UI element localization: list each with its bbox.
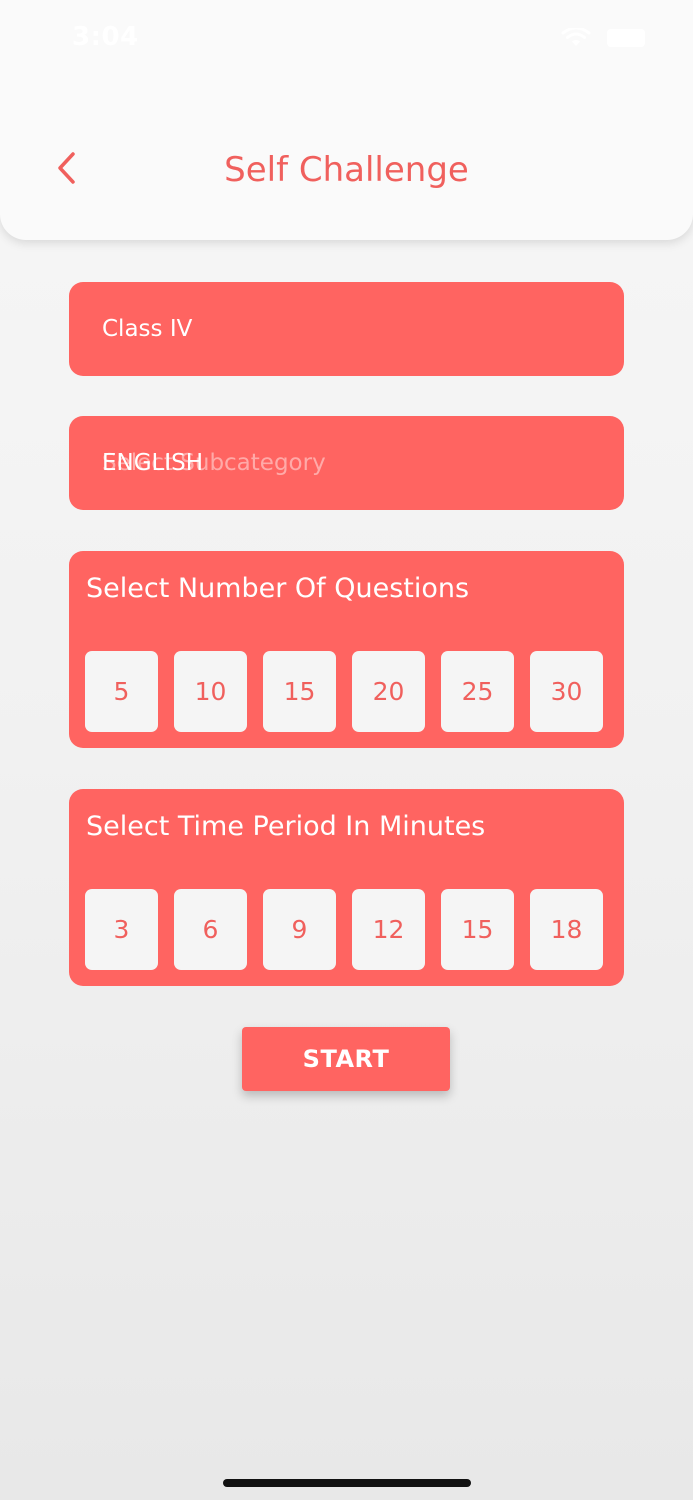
page-title: Self Challenge bbox=[224, 150, 469, 190]
status-time: 3:04 bbox=[72, 22, 139, 52]
start-button[interactable]: START bbox=[242, 1027, 450, 1091]
time-minutes-option[interactable]: 3 bbox=[85, 889, 158, 970]
class-select[interactable]: Class IV bbox=[69, 282, 624, 376]
question-count-option[interactable]: 10 bbox=[174, 651, 247, 732]
time-minutes-option[interactable]: 18 bbox=[530, 889, 603, 970]
class-select-value: Class IV bbox=[102, 316, 193, 342]
questions-panel: Select Number Of Questions 5 10 15 20 25… bbox=[69, 551, 624, 748]
question-count-option[interactable]: 20 bbox=[352, 651, 425, 732]
app-header: 3:04 Self Challenge bbox=[0, 0, 693, 240]
battery-icon bbox=[607, 29, 645, 47]
time-minutes-option[interactable]: 12 bbox=[352, 889, 425, 970]
wifi-icon bbox=[561, 28, 591, 46]
time-options: 3 6 9 12 15 18 bbox=[85, 889, 603, 970]
time-panel-title: Select Time Period In Minutes bbox=[86, 811, 486, 842]
question-count-option[interactable]: 5 bbox=[85, 651, 158, 732]
question-count-option[interactable]: 25 bbox=[441, 651, 514, 732]
questions-options: 5 10 15 20 25 30 bbox=[85, 651, 603, 732]
subject-select-value: ENGLISH bbox=[102, 450, 204, 476]
time-minutes-option[interactable]: 9 bbox=[263, 889, 336, 970]
home-indicator[interactable] bbox=[223, 1479, 471, 1487]
status-icons bbox=[561, 28, 645, 48]
questions-panel-title: Select Number Of Questions bbox=[86, 573, 470, 604]
time-minutes-option[interactable]: 6 bbox=[174, 889, 247, 970]
question-count-option[interactable]: 15 bbox=[263, 651, 336, 732]
question-count-option[interactable]: 30 bbox=[530, 651, 603, 732]
time-minutes-option[interactable]: 15 bbox=[441, 889, 514, 970]
time-panel: Select Time Period In Minutes 3 6 9 12 1… bbox=[69, 789, 624, 986]
subject-select[interactable]: Select Subcategory ENGLISH bbox=[69, 416, 624, 510]
